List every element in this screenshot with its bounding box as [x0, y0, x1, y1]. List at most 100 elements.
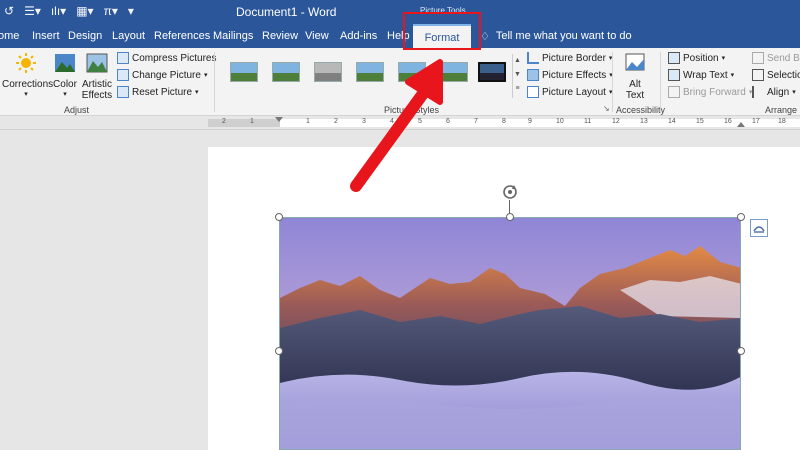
wrap-text-button[interactable]: Wrap Text ▾: [668, 69, 734, 81]
style-thumbnail[interactable]: [440, 62, 468, 82]
selection-pane-icon: [752, 69, 764, 81]
wrap-text-label: Wrap Text: [683, 69, 728, 81]
dialog-launcher-icon[interactable]: ↘: [603, 104, 610, 113]
ruler-number: 11: [584, 118, 592, 125]
change-picture-label: Change Picture: [132, 69, 201, 81]
ruler-number: 10: [556, 118, 564, 125]
rotate-handle-icon[interactable]: [501, 183, 519, 201]
chevron-down-icon: ▾: [792, 89, 796, 96]
undo-icon[interactable]: ↺: [4, 4, 14, 18]
quick-access-toolbar: ↺ ☰▾ ılı▾ ▦▾ π▾ ▾: [4, 4, 134, 18]
alt-text-button[interactable]: Alt Text: [618, 52, 652, 101]
tab-home[interactable]: ome: [0, 30, 19, 42]
selection-pane-button[interactable]: Selectio: [752, 69, 800, 81]
right-indent-marker-icon[interactable]: [737, 122, 745, 127]
ruler-number: 15: [696, 118, 704, 125]
ruler-number: 13: [640, 118, 648, 125]
lightbulb-icon: ♢: [480, 31, 490, 43]
resize-handle-top-left[interactable]: [275, 213, 283, 221]
resize-handle-right[interactable]: [737, 347, 745, 355]
style-thumbnail[interactable]: [272, 62, 300, 82]
reset-picture-button[interactable]: Reset Picture ▾: [117, 86, 199, 98]
tab-mailings[interactable]: Mailings: [213, 30, 253, 42]
ruler-number: 14: [668, 118, 676, 125]
ruler-number: 9: [528, 118, 532, 125]
list-icon[interactable]: ☰▾: [24, 4, 41, 18]
picture-styles-group-label: Picture Styles: [384, 105, 440, 115]
tab-view[interactable]: View: [305, 30, 329, 42]
tab-design[interactable]: Design: [68, 30, 102, 42]
tab-layout[interactable]: Layout: [112, 30, 145, 42]
tab-add-ins[interactable]: Add-ins: [340, 30, 377, 42]
bring-forward-button[interactable]: Bring Forward ▾: [668, 86, 752, 98]
reset-picture-icon: [117, 86, 129, 98]
send-backward-icon: [752, 52, 764, 64]
gallery-scroll[interactable]: ▲ ▼ ≡: [512, 54, 522, 98]
bring-forward-icon: [668, 86, 680, 98]
picture-layout-button[interactable]: Picture Layout ▾: [527, 86, 612, 98]
ribbon-tabs: ome Insert Design Layout References Mail…: [0, 24, 800, 48]
layout-options-button[interactable]: [750, 219, 768, 237]
ruler-left-margin: [208, 119, 280, 127]
picture-border-button[interactable]: Picture Border ▾: [527, 52, 612, 64]
picture-effects-button[interactable]: Picture Effects ▾: [527, 69, 613, 81]
equation-icon[interactable]: π▾: [104, 4, 118, 18]
color-button[interactable]: Color ▾: [52, 52, 78, 98]
color-label: Color: [53, 79, 77, 90]
horizontal-ruler[interactable]: 2 1 1 2 3 4 5 6 7 8 9 10 11 12 13 14 15 …: [0, 116, 800, 130]
style-thumbnail[interactable]: [356, 62, 384, 82]
chevron-down-icon: ▾: [721, 55, 726, 62]
chevron-down-icon: ▾: [730, 72, 735, 79]
style-thumbnail[interactable]: [478, 62, 506, 82]
corrections-button[interactable]: Corrections ▾: [2, 52, 53, 98]
resize-handle-left[interactable]: [275, 347, 283, 355]
chevron-down-icon: ▾: [63, 91, 67, 98]
position-button[interactable]: Position ▾: [668, 52, 725, 64]
compress-pictures-button[interactable]: Compress Pictures: [117, 52, 216, 64]
sun-icon: [16, 53, 36, 73]
align-icon: [752, 86, 764, 98]
picture-effects-icon: [527, 69, 539, 81]
chevron-down-icon: ▾: [24, 91, 28, 98]
tab-insert[interactable]: Insert: [32, 30, 60, 42]
send-backward-label: Send Ba: [767, 52, 800, 64]
style-thumbnail[interactable]: [314, 62, 342, 82]
chevron-up-icon[interactable]: ▲: [513, 54, 522, 68]
artistic-effects-icon: [86, 53, 108, 73]
selected-picture[interactable]: [279, 217, 741, 450]
indent-marker-icon[interactable]: [275, 117, 283, 122]
alt-text-label-1: Alt: [629, 79, 641, 90]
style-thumbnail[interactable]: [398, 62, 426, 82]
picture-layout-label: Picture Layout: [542, 86, 606, 98]
resize-handle-top-right[interactable]: [737, 213, 745, 221]
customize-qat-icon[interactable]: ▾: [128, 4, 134, 18]
chart-icon[interactable]: ılı▾: [51, 4, 66, 18]
tell-me-search[interactable]: ♢ Tell me what you want to do: [480, 30, 632, 43]
arrange-group-label: Arrange: [765, 105, 798, 115]
tab-references[interactable]: References: [154, 30, 210, 42]
artistic-effects-label-2: Effects: [81, 90, 113, 101]
change-picture-icon: [117, 69, 129, 81]
group-divider: [660, 52, 661, 112]
table-icon[interactable]: ▦▾: [76, 4, 93, 18]
ruler-number: 6: [446, 118, 450, 125]
alt-text-label-2: Text: [625, 90, 645, 101]
chevron-down-icon[interactable]: ▼: [513, 68, 522, 82]
picture-effects-label: Picture Effects: [542, 69, 607, 81]
artistic-effects-button[interactable]: Artistic Effects: [80, 52, 114, 101]
resize-handle-top[interactable]: [506, 213, 514, 221]
ruler-number: 4: [390, 118, 394, 125]
bring-forward-label: Bring Forward: [683, 86, 746, 98]
chevron-down-icon: ▾: [203, 72, 208, 79]
ruler-number: 2: [222, 118, 226, 125]
compress-pictures-label: Compress Pictures: [132, 52, 217, 64]
send-backward-button[interactable]: Send Ba: [752, 52, 800, 64]
reset-picture-label: Reset Picture: [132, 86, 193, 98]
change-picture-button[interactable]: Change Picture ▾: [117, 69, 207, 81]
align-button[interactable]: Align ▾: [752, 86, 796, 98]
tab-review[interactable]: Review: [262, 30, 298, 42]
gallery-more-icon[interactable]: ≡: [513, 82, 522, 96]
selection-pane-label: Selectio: [767, 69, 800, 81]
picture-layout-icon: [527, 86, 539, 98]
style-thumbnail[interactable]: [230, 62, 258, 82]
